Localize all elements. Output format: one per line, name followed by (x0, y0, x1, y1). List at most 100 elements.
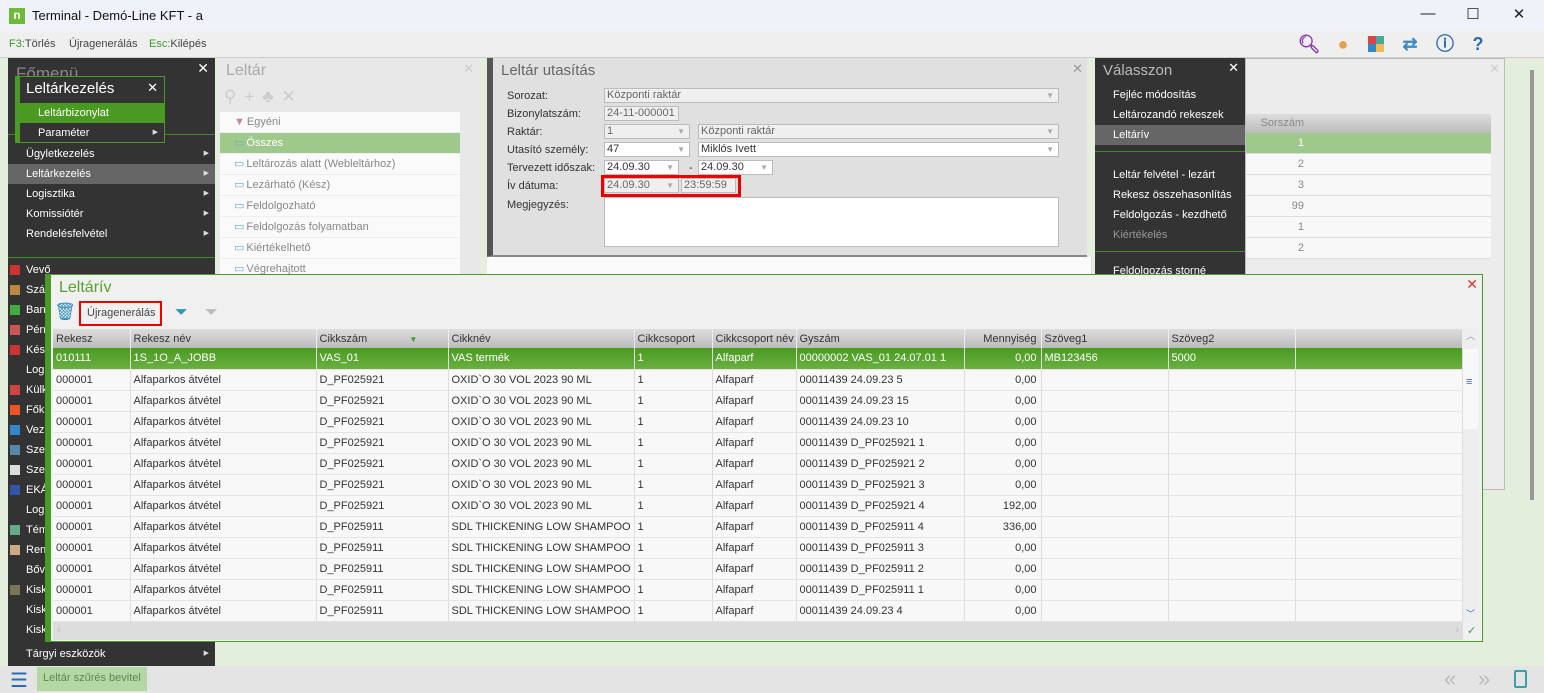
raktar-code-select[interactable]: 1 ▼ (604, 124, 690, 139)
search-icon[interactable]: ⚲ (224, 87, 244, 106)
scroll-up-icon[interactable]: ︿ (1466, 329, 1475, 342)
close-button[interactable]: ✕ (1496, 5, 1542, 27)
minimize-button[interactable]: — (1405, 5, 1451, 27)
column-header[interactable]: Szöveg2 (1168, 329, 1296, 348)
close-icon[interactable]: ✕ (463, 61, 474, 77)
table-row[interactable]: 000001 Alfaparkos átvétel D_PF025921 OXID`O… (53, 453, 1463, 475)
close-icon[interactable]: ✕ (1466, 276, 1478, 293)
leltar-szures-button[interactable]: Leltár szűrés bevitel (37, 667, 147, 691)
table-row[interactable]: 000001 Alfaparkos átvétel D_PF025921 OXID`O… (53, 495, 1463, 517)
menu-item-targyi-eszkozok[interactable]: Tárgyi eszközök ▶ (8, 644, 215, 664)
scroll-right-icon[interactable]: › (1455, 624, 1459, 636)
apps-icon[interactable] (1368, 36, 1384, 52)
close-icon[interactable]: ✕ (1489, 61, 1500, 77)
delete-button[interactable]: F3:Törlés (9, 38, 55, 50)
valasszon-item[interactable]: Leltározandó rekeszek (1095, 105, 1245, 125)
utasito-code-select[interactable]: 47 ▼ (604, 142, 690, 157)
menu-item[interactable]: Rendelésfelvétel ▶ (8, 224, 215, 244)
table-row[interactable]: 1 (1246, 217, 1491, 238)
info-icon[interactable]: ⓘ (1432, 33, 1458, 55)
iv-time-field[interactable]: 23:59:59 (681, 178, 736, 193)
sorozat-select[interactable]: Központi raktár ▼ (604, 88, 1059, 103)
clear-filter-icon[interactable]: ⏷ (205, 304, 218, 322)
table-row[interactable]: 000001 Alfaparkos átvétel D_PF025911 SDL TH… (53, 537, 1463, 559)
table-row[interactable]: 2 (1246, 238, 1491, 259)
unpin-icon[interactable]: ✕ (282, 87, 304, 106)
column-header[interactable]: Mennyiség (964, 329, 1042, 348)
table-row[interactable]: 000001 Alfaparkos átvétel D_PF025911 SDL TH… (53, 516, 1463, 538)
horizontal-scrollbar[interactable]: ‹ › (53, 622, 1463, 640)
table-row[interactable]: 000001 Alfaparkos átvétel D_PF025911 SDL TH… (53, 600, 1463, 622)
submenu-item-leltarbizonylat[interactable]: Leltárbizonylat (20, 103, 164, 123)
regenerate-button[interactable]: Újragenerálás (79, 301, 162, 326)
megjegyzes-textarea[interactable] (604, 197, 1059, 247)
filter-list-item[interactable]: ▭ Lezárható (Kész) (220, 175, 460, 196)
valasszon-item[interactable]: Feldolgozás - kezdhető (1095, 205, 1245, 225)
confirm-icon[interactable]: ✓ (1467, 624, 1476, 637)
close-icon[interactable]: ✕ (1072, 61, 1083, 77)
regenerate-button[interactable]: Újragenerálás (69, 38, 137, 50)
table-row[interactable]: 000001 Alfaparkos átvétel D_PF025921 OXID`O… (53, 411, 1463, 433)
maximize-button[interactable]: ☐ (1450, 5, 1496, 27)
table-row[interactable]: 000001 Alfaparkos átvétel D_PF025921 OXID`O… (53, 474, 1463, 496)
filter-list-item[interactable]: ▭ Feldolgozható (220, 196, 460, 217)
scroll-down-icon[interactable]: ﹀ (1466, 607, 1475, 620)
close-icon[interactable]: ✕ (147, 80, 158, 96)
table-row[interactable]: 000001 Alfaparkos átvétel D_PF025911 SDL TH… (53, 579, 1463, 601)
filter-list-item[interactable]: ▭ Kiértékelhető (220, 238, 460, 259)
table-row[interactable]: 010111 1S_1O_A_JOBB VAS_01 VAS termék 1 Alfap… (53, 348, 1463, 370)
add-icon[interactable]: + (244, 87, 262, 106)
document-icon[interactable] (1514, 670, 1527, 688)
column-header[interactable]: Szöveg1 (1041, 329, 1169, 348)
raktar-name-select[interactable]: Központi raktár ▼ (698, 124, 1059, 139)
swap-icon[interactable]: ⇄ (1397, 33, 1423, 55)
table-row[interactable]: 000001 Alfaparkos átvétel D_PF025921 OXID`O… (53, 369, 1463, 391)
valasszon-item[interactable]: Leltár felvétel - lezárt (1095, 165, 1245, 185)
valasszon-item[interactable]: Rekesz összehasonlítás (1095, 185, 1245, 205)
scroll-left-icon[interactable]: ‹ (57, 624, 61, 636)
menu-item[interactable]: Leltárkezelés ▶ (8, 164, 215, 184)
trash-icon[interactable]: 🗑︎ (54, 302, 76, 324)
bizonylatszam-field[interactable]: 24-11-000001 (604, 106, 679, 121)
table-row[interactable]: 1 (1246, 133, 1491, 154)
table-row[interactable]: 99 (1246, 196, 1491, 217)
idoszak-to-field[interactable]: 24.09.30 ▼ (698, 160, 773, 175)
menu-item[interactable]: Komissiótér ▶ (8, 204, 215, 224)
scroll-thumb[interactable] (1463, 349, 1478, 429)
tree-icon[interactable]: ♣ (262, 87, 281, 106)
next-icon[interactable]: » (1478, 666, 1490, 692)
table-row[interactable]: 000001 Alfaparkos átvétel D_PF025911 SDL TH… (53, 558, 1463, 580)
submenu-item-parameter[interactable]: Paraméter ▶ (20, 123, 164, 143)
valasszon-item[interactable]: Leltárív (1095, 125, 1245, 145)
close-icon[interactable]: ✕ (1228, 60, 1239, 76)
valasszon-item[interactable]: Fejléc módosítás (1095, 85, 1245, 105)
help-icon[interactable]: ? (1465, 33, 1491, 55)
previous-icon[interactable]: « (1444, 666, 1456, 692)
vertical-scrollbar[interactable]: ︿ ≡ ﹀ (1463, 329, 1478, 622)
table-row[interactable]: 000001 Alfaparkos átvétel D_PF025921 OXID`O… (53, 432, 1463, 454)
exit-button[interactable]: Esc:Kilépés (149, 38, 206, 50)
table-row[interactable]: 000001 Alfaparkos átvétel D_PF025921 OXID`O… (53, 390, 1463, 412)
column-header[interactable]: Cikkszám ▼ (316, 329, 449, 348)
column-header[interactable]: Gyszám (796, 329, 965, 348)
idoszak-from-field[interactable]: 24.09.30 ▼ (604, 160, 679, 175)
filter-icon[interactable]: ⏷ (175, 304, 188, 322)
column-header[interactable]: Rekesz név (130, 329, 317, 348)
desktop-scrollbar[interactable] (1530, 70, 1534, 500)
valasszon-item[interactable]: Kiértékelés (1095, 225, 1245, 245)
filter-list-item[interactable]: ▭ Feldolgozás folyamatban (220, 217, 460, 238)
column-header[interactable]: Cikknév (448, 329, 635, 348)
menu-item[interactable]: Logisztika ▶ (8, 184, 215, 204)
search-icon[interactable]: 🔍︎ (1296, 33, 1322, 55)
iv-date-field[interactable]: 24.09.30 ▼ (604, 178, 679, 193)
filter-list-item[interactable]: ▼ Egyéni (220, 112, 460, 133)
table-row[interactable]: 3 (1246, 175, 1491, 196)
filter-list-item[interactable]: ▭ Összes (220, 133, 460, 154)
menu-item[interactable]: Ügyletkezelés ▶ (8, 144, 215, 164)
column-header[interactable]: Rekesz (53, 329, 131, 348)
column-header[interactable]: Cikkcsoport (634, 329, 713, 348)
table-row[interactable]: 2 (1246, 154, 1491, 175)
column-header[interactable] (1295, 329, 1463, 348)
utasito-name-select[interactable]: Miklós Ivett ▼ (698, 142, 1059, 157)
hamburger-menu-icon[interactable]: ☰ (10, 668, 28, 693)
